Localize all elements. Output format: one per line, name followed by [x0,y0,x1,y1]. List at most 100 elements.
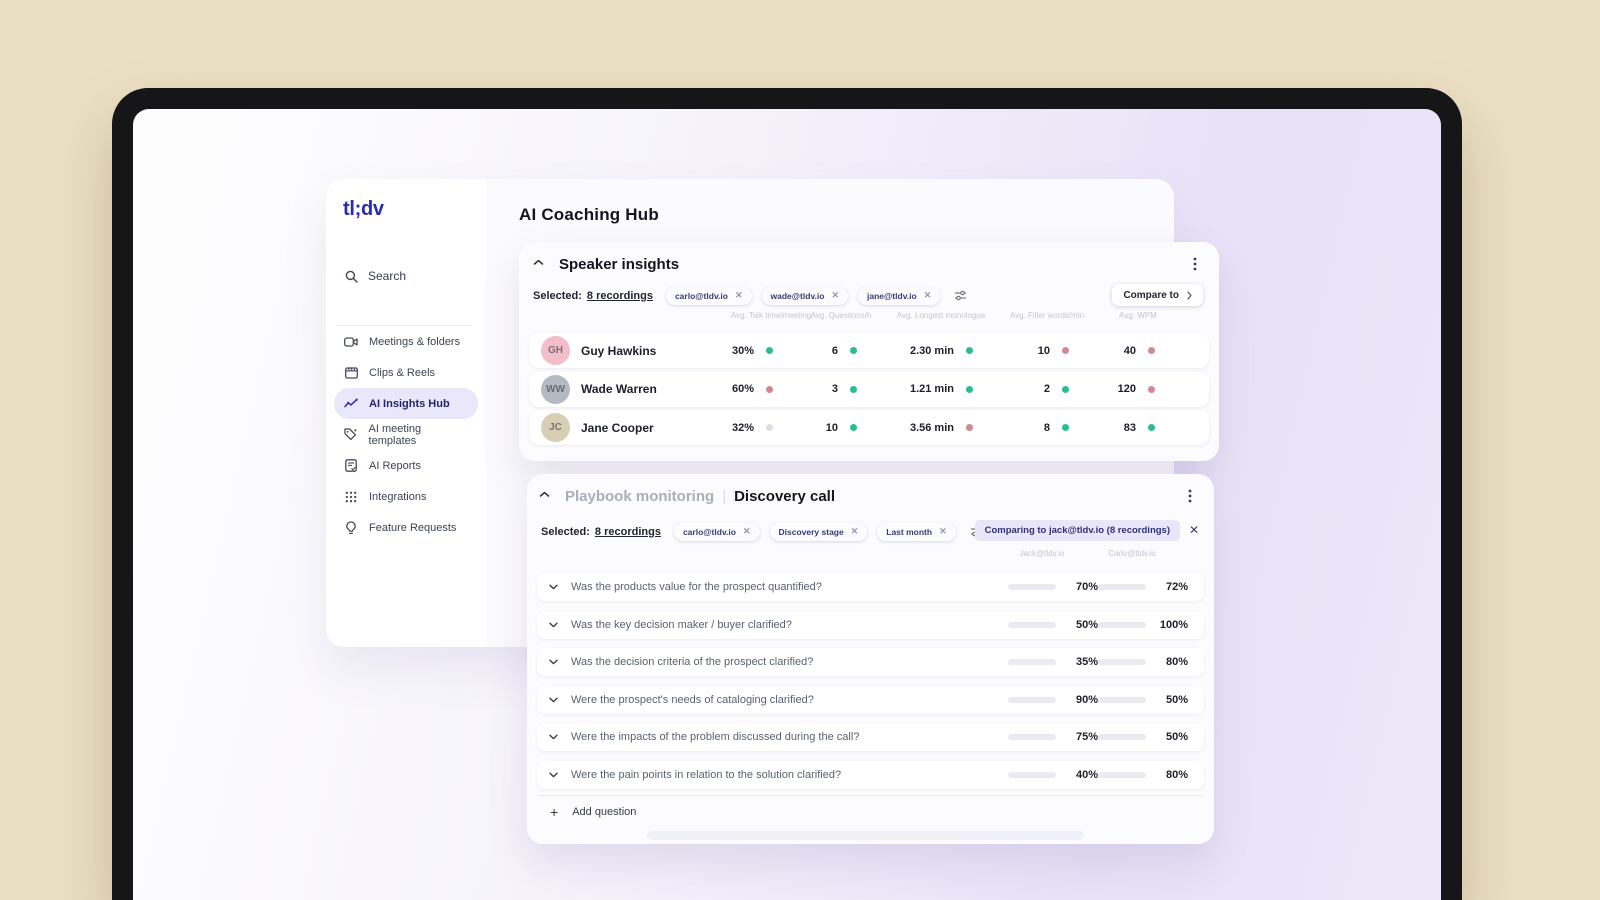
filter-chip[interactable]: Last month ✕ [877,522,956,541]
question-row[interactable]: Were the pain points in relation to the … [537,760,1204,789]
column-header: Avg. WPM [1119,311,1157,320]
sidebar-item-label: Meetings & folders [369,335,461,348]
chip-label: carlo@tldv.io [682,526,736,537]
score-left: 90% [1008,694,1098,706]
speaker-table-header: Avg. Talk time/meeting Avg. Questions/h … [541,311,1209,320]
compare-to-label: Compare to [1123,289,1179,301]
progress-track [1098,584,1146,590]
selected-recordings-link[interactable]: 8 recordings [595,526,661,538]
score-value: 90% [1075,693,1098,706]
sidebar-item-ai-insights-hub[interactable]: AI Insights Hub [334,388,478,419]
filter-icon[interactable] [954,290,967,301]
page-title: AI Coaching Hub [519,205,659,224]
question-row[interactable]: Were the impacts of the problem discusse… [537,723,1204,751]
score-value: 72% [1165,581,1188,593]
status-dot [966,385,973,393]
sidebar-item-label: AI Reports [369,459,421,472]
chevron-down-icon[interactable] [549,584,571,590]
close-icon[interactable]: ✕ [939,527,947,536]
score-value: 75% [1075,731,1098,743]
sidebar-item-label: AI Insights Hub [369,397,450,410]
sidebar-item-meetings-folders[interactable]: Meetings & folders [334,326,478,357]
lightbulb-icon [343,520,359,535]
sidebar-item-label: Feature Requests [369,521,457,534]
score-right: 50% [1098,731,1204,743]
collapse-chevron-up-icon[interactable] [533,259,544,266]
selected-recordings-link[interactable]: 8 recordings [587,290,653,302]
add-question-button[interactable]: + Add question [537,795,1204,828]
chevron-down-icon[interactable] [549,772,571,778]
score-right: 72% [1098,581,1204,593]
filter-chip[interactable]: wade@tldv.io ✕ [761,286,849,305]
chevron-down-icon[interactable] [549,734,571,740]
score-value: 100% [1159,618,1188,631]
filter-chip[interactable]: carlo@tldv.io ✕ [665,286,752,305]
sidebar-item-ai-reports[interactable]: AI Reports [334,450,478,481]
question-row[interactable]: Was the decision criteria of the prospec… [537,648,1204,676]
close-icon[interactable]: ✕ [924,291,932,300]
speaker-name: Jane Cooper [581,420,654,435]
status-dot [1148,385,1155,393]
close-icon[interactable]: ✕ [735,291,743,300]
score-value: 35% [1075,656,1098,668]
status-dot [850,347,857,354]
metric-questions: 3 [773,372,857,407]
status-dot [766,424,773,431]
table-row[interactable]: GH Guy Hawkins 30% 6 2.30 min 10 40 [529,333,1209,368]
sidebar-item-integrations[interactable]: Integrations [334,481,478,512]
close-icon[interactable]: ✕ [1189,523,1199,537]
status-dot [1148,347,1155,354]
sidebar-item-feature-requests[interactable]: Feature Requests [334,512,478,543]
filter-chip[interactable]: jane@tldv.io ✕ [858,286,941,305]
metric-filler-words: 8 [973,410,1069,445]
question-text: Was the products value for the prospect … [571,581,822,593]
grid-icon [343,491,359,503]
comparing-to-chip[interactable]: Comparing to jack@tldv.io (8 recordings) [974,520,1180,541]
score-value: 70% [1075,581,1098,593]
column-header: Avg. Filler words/min [1009,311,1085,320]
chevron-down-icon[interactable] [549,659,571,665]
status-dot [1062,424,1069,431]
progress-track [1008,771,1056,778]
status-dot [850,424,857,431]
table-row[interactable]: JC Jane Cooper 32% 10 3.56 min 8 83 [529,410,1209,445]
chevron-down-icon[interactable] [549,697,571,703]
question-row[interactable]: Was the products value for the prospect … [537,573,1204,601]
filter-chip[interactable]: Discovery stage ✕ [769,522,868,541]
question-row[interactable]: Was the key decision maker / buyer clari… [537,610,1204,639]
score-value: 50% [1165,731,1188,743]
search-label: Search [368,269,407,283]
metric-filler-words: 2 [973,372,1069,407]
close-icon[interactable]: ✕ [851,527,859,536]
speaker-filter-row: Selected: 8 recordings carlo@tldv.io ✕ wa… [533,285,967,306]
chevron-down-icon[interactable] [549,622,571,628]
table-row[interactable]: WW Wade Warren 60% 3 1.21 min 2 120 [529,371,1209,407]
progress-track [1008,696,1056,703]
camera-icon [343,336,359,348]
scene: tl;dv Search Meetings & folders Clips & … [0,0,1600,900]
close-icon[interactable]: ✕ [743,527,751,536]
filter-chip[interactable]: carlo@tldv.io ✕ [673,522,760,541]
search-button[interactable]: Search [343,269,406,283]
comparing-to-label: Comparing to jack@tldv.io (8 recordings) [984,525,1170,536]
score-left: 70% [1008,581,1098,593]
column-header: Avg. Talk time/meeting [730,311,812,320]
kebab-menu-icon[interactable] [1193,257,1197,271]
kebab-menu-icon[interactable] [1188,489,1192,503]
compare-to-button[interactable]: Compare to [1112,284,1203,306]
sidebar: tl;dv Search Meetings & folders Clips & … [326,179,486,647]
comparison-column-right: Carlo@tldv.io [1108,549,1156,558]
score-right: 80% [1098,769,1204,781]
sidebar-item-ai-meeting-templates[interactable]: AI meeting templates [334,419,478,450]
collapse-chevron-up-icon[interactable] [539,491,550,498]
playbook-monitoring-panel: Playbook monitoring | Discovery call Sel… [527,474,1214,844]
question-row[interactable]: Were the prospect's needs of cataloging … [537,685,1204,714]
metric-questions: 6 [773,333,857,368]
close-icon[interactable]: ✕ [831,291,839,300]
tag-icon [343,428,359,441]
panel-title: Playbook monitoring | Discovery call [565,488,835,505]
sidebar-item-label: Clips & Reels [369,366,436,379]
metric-monologue: 1.21 min [857,372,973,407]
score-left: 35% [1008,656,1098,668]
sidebar-item-clips-reels[interactable]: Clips & Reels [334,357,478,388]
